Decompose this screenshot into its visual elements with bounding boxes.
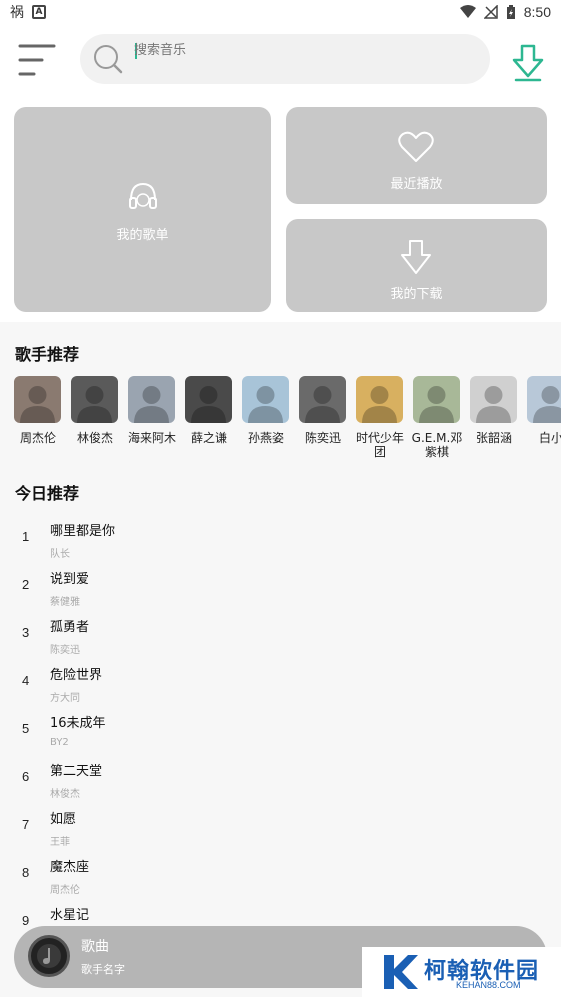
song-index: 5 bbox=[22, 721, 30, 736]
album-disc[interactable] bbox=[28, 935, 70, 977]
search-input[interactable] bbox=[134, 40, 464, 60]
watermark-url: KEHAN88.COM bbox=[456, 980, 521, 990]
app-notification-icon: 祸 bbox=[10, 5, 24, 21]
wifi-icon bbox=[459, 5, 476, 18]
download-icon bbox=[512, 44, 544, 82]
singer-item[interactable]: 时代少年团 bbox=[356, 376, 404, 459]
singer-avatar bbox=[71, 376, 118, 423]
top-bar bbox=[0, 34, 561, 86]
status-bar: 祸 A 8:50 bbox=[0, 0, 561, 24]
song-index: 1 bbox=[22, 529, 30, 544]
singer-name: 时代少年团 bbox=[355, 431, 404, 459]
song-row[interactable]: 8 魔杰座周杰伦 bbox=[0, 852, 561, 900]
menu-button[interactable] bbox=[14, 40, 58, 80]
singer-item[interactable]: 海来阿木 bbox=[128, 376, 176, 445]
song-index: 4 bbox=[22, 673, 30, 688]
singer-item[interactable]: 白小 bbox=[527, 376, 561, 445]
today-section-title: 今日推荐 bbox=[15, 484, 80, 503]
singer-name: 海来阿木 bbox=[127, 431, 176, 445]
singer-name: 陈奕迅 bbox=[304, 431, 341, 445]
song-title: 16未成年 bbox=[50, 716, 106, 731]
singer-list[interactable]: 周杰伦 林俊杰 海来阿木 薛之谦 孙燕姿 陈奕迅 时代少年团 G.E.M.邓紫棋 张韶涵 白小 bbox=[14, 376, 561, 466]
singer-item[interactable]: 薛之谦 bbox=[185, 376, 233, 445]
singer-avatar bbox=[299, 376, 346, 423]
singer-item[interactable]: 孙燕姿 bbox=[242, 376, 290, 445]
song-artist: 陈奕迅 bbox=[50, 645, 80, 656]
singer-avatar bbox=[185, 376, 232, 423]
song-index: 7 bbox=[22, 817, 30, 832]
song-index: 2 bbox=[22, 577, 30, 592]
song-row[interactable]: 6 第二天堂林俊杰 bbox=[0, 756, 561, 804]
song-row[interactable]: 7 如愿王菲 bbox=[0, 804, 561, 852]
music-note-icon bbox=[37, 944, 61, 968]
song-title: 如愿 bbox=[50, 812, 77, 827]
menu-icon bbox=[18, 44, 56, 76]
accessibility-icon: A bbox=[32, 5, 46, 19]
download-arrow-icon bbox=[401, 240, 431, 274]
my-playlist-label: 我的歌单 bbox=[116, 228, 169, 243]
singer-name: 孙燕姿 bbox=[247, 431, 284, 445]
singer-name: 白小 bbox=[538, 431, 561, 445]
singer-avatar bbox=[356, 376, 403, 423]
song-index: 3 bbox=[22, 625, 30, 640]
watermark-logo: 柯翰软件园 KEHAN88.COM bbox=[362, 947, 561, 997]
song-index: 8 bbox=[22, 865, 30, 880]
singer-avatar bbox=[128, 376, 175, 423]
song-artist: 队长 bbox=[50, 549, 70, 560]
song-title: 哪里都是你 bbox=[50, 524, 116, 539]
player-artist: 歌手名字 bbox=[81, 963, 125, 976]
singer-name: 张韶涵 bbox=[475, 431, 512, 445]
search-icon bbox=[94, 45, 123, 74]
singer-name: 薛之谦 bbox=[190, 431, 227, 445]
singers-section-title: 歌手推荐 bbox=[15, 345, 80, 364]
singer-avatar bbox=[242, 376, 289, 423]
singer-item[interactable]: 陈奕迅 bbox=[299, 376, 347, 445]
song-title: 第二天堂 bbox=[50, 764, 103, 779]
singer-name: G.E.M.邓紫棋 bbox=[411, 431, 463, 459]
player-song-title: 歌曲 bbox=[81, 939, 109, 955]
status-time: 8:50 bbox=[523, 4, 551, 20]
my-downloads-label: 我的下载 bbox=[390, 287, 443, 302]
singer-avatar bbox=[527, 376, 561, 423]
singer-item[interactable]: 张韶涵 bbox=[470, 376, 518, 445]
singer-item[interactable]: 林俊杰 bbox=[71, 376, 119, 445]
download-button[interactable] bbox=[508, 42, 548, 82]
song-title: 水星记 bbox=[50, 908, 90, 923]
singer-name: 林俊杰 bbox=[76, 431, 113, 445]
search-bar[interactable] bbox=[80, 34, 490, 84]
singer-avatar bbox=[470, 376, 517, 423]
recent-played-label: 最近播放 bbox=[390, 177, 443, 192]
no-signal-icon bbox=[483, 5, 498, 19]
singer-item[interactable]: G.E.M.邓紫棋 bbox=[412, 376, 462, 459]
k-logo-icon bbox=[384, 955, 418, 989]
my-playlist-card[interactable]: 我的歌单 bbox=[14, 107, 271, 312]
singer-avatar bbox=[413, 376, 460, 423]
song-title: 魔杰座 bbox=[50, 860, 90, 875]
song-row[interactable]: 2 说到爱蔡健雅 bbox=[0, 564, 561, 612]
song-artist: 周杰伦 bbox=[50, 885, 80, 896]
singer-avatar bbox=[14, 376, 61, 423]
song-title: 孤勇者 bbox=[50, 620, 90, 635]
headphones-icon bbox=[129, 182, 157, 209]
song-artist: 王菲 bbox=[50, 837, 70, 848]
song-artist: BY2 bbox=[50, 737, 69, 748]
recent-played-card[interactable]: 最近播放 bbox=[286, 107, 547, 204]
song-row[interactable]: 4 危险世界方大同 bbox=[0, 660, 561, 708]
song-title: 说到爱 bbox=[50, 572, 90, 587]
song-row[interactable]: 1 哪里都是你队长 bbox=[0, 516, 561, 564]
battery-icon bbox=[506, 4, 515, 19]
song-row[interactable]: 3 孤勇者陈奕迅 bbox=[0, 612, 561, 660]
singer-item[interactable]: 周杰伦 bbox=[14, 376, 62, 445]
song-artist: 方大同 bbox=[50, 693, 80, 704]
heart-icon bbox=[398, 131, 434, 162]
song-row[interactable]: 5 16未成年 BY2 bbox=[0, 708, 561, 756]
song-index: 9 bbox=[22, 913, 30, 928]
singer-name: 周杰伦 bbox=[19, 431, 56, 445]
song-artist: 林俊杰 bbox=[50, 789, 80, 800]
song-title: 危险世界 bbox=[50, 668, 103, 683]
song-index: 6 bbox=[22, 769, 30, 784]
my-downloads-card[interactable]: 我的下载 bbox=[286, 219, 547, 312]
song-artist: 蔡健雅 bbox=[50, 597, 80, 608]
